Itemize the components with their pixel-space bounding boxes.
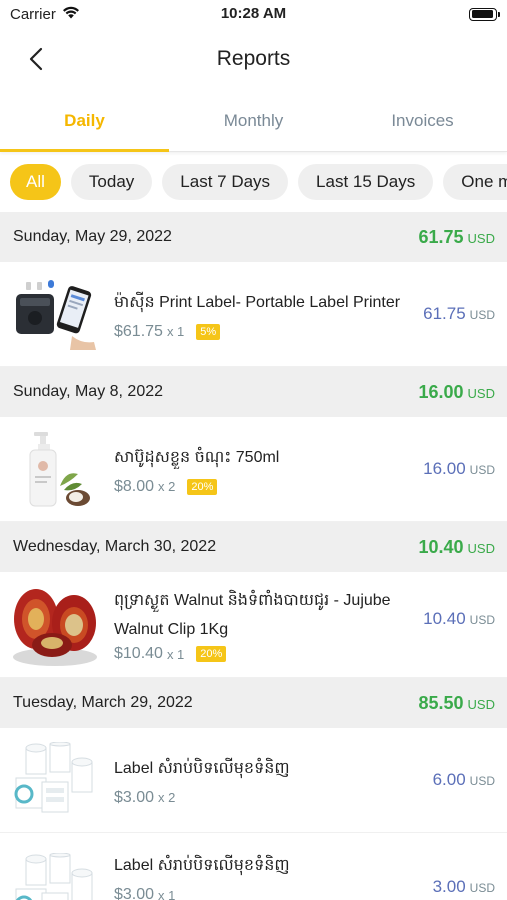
date-group-header: Sunday, May 8, 2022 16.00 USD xyxy=(0,367,507,417)
item-name: សាប៊ូដុសខ្លួន ចំណុះ 750ml xyxy=(114,448,280,466)
item-info: Label សំរាប់បិទលើមុខទំនិញ $3.00 x 1 xyxy=(114,851,423,900)
group-total: 85.50 USD xyxy=(419,693,496,714)
item-amount: 6.00 USD xyxy=(433,770,495,790)
jujube-walnut-image xyxy=(12,585,98,666)
status-left: Carrier xyxy=(10,6,80,23)
item-price: $10.40 xyxy=(114,645,163,662)
item-info: ម៉ាស៊ីន Print Label- Portable Label Prin… xyxy=(114,288,413,341)
item-amount-unit: USD xyxy=(469,774,495,788)
item-quantity: x 1 xyxy=(158,887,176,900)
carrier-label: Carrier xyxy=(10,5,56,23)
filter-chip-last-15-days[interactable]: Last 15 Days xyxy=(298,164,434,200)
report-list: Sunday, May 29, 2022 61.75 USD ម៉ាស៊ីន P… xyxy=(0,212,507,900)
item-amount-value: 10.40 xyxy=(423,609,466,628)
date-group-header: Sunday, May 29, 2022 61.75 USD xyxy=(0,212,507,262)
list-item[interactable]: សាប៊ូដុសខ្លួន ចំណុះ 750ml $8.00 x 2 20% … xyxy=(0,417,507,522)
battery-level xyxy=(471,10,494,18)
item-name: Label សំរាប់បិទលើមុខទំនិញ xyxy=(114,759,290,777)
page-title: Reports xyxy=(216,47,291,70)
group-date: Sunday, May 29, 2022 xyxy=(13,228,172,245)
item-amount-value: 16.00 xyxy=(423,459,466,478)
group-total-amount: 61.75 xyxy=(418,226,464,247)
group-date: Sunday, May 8, 2022 xyxy=(13,383,164,400)
item-name: Label សំរាប់បិទលើមុខទំនិញ xyxy=(114,857,290,874)
item-amount: 10.40 USD xyxy=(423,609,495,629)
item-quantity: x 1 xyxy=(166,324,185,339)
item-meta: $10.40 x 1 20% xyxy=(114,645,413,663)
item-info: Label សំរាប់បិទលើមុខទំនិញ $3.00 x 2 xyxy=(114,754,423,807)
item-price: $3.00 xyxy=(114,788,155,806)
item-amount-value: 6.00 xyxy=(432,770,466,789)
item-meta: $61.75 x 1 5% xyxy=(114,323,413,341)
list-item[interactable]: Label សំរាប់បិទលើមុខទំនិញ $3.00 x 2 6.00… xyxy=(0,728,507,833)
item-amount-unit: USD xyxy=(469,463,495,477)
group-total: 16.00 USD xyxy=(419,382,496,403)
group-total-unit: USD xyxy=(467,385,495,401)
back-button[interactable] xyxy=(22,44,50,74)
item-name: ពុទ្រាស្ងួត Walnut និងទំពាំងបាយជូរ - Juj… xyxy=(114,592,391,638)
item-price: $61.75 xyxy=(114,322,163,340)
status-bar: Carrier 10:28 AM xyxy=(0,0,507,28)
group-total-amount: 16.00 xyxy=(418,381,464,402)
label-printer-image xyxy=(12,274,98,354)
item-amount-value: 61.75 xyxy=(423,304,466,323)
tab-daily[interactable]: Daily xyxy=(0,90,169,152)
filter-chip-all[interactable]: All xyxy=(10,164,61,200)
item-name: ម៉ាស៊ីន Print Label- Portable Label Prin… xyxy=(114,293,401,311)
group-total-unit: USD xyxy=(467,696,495,712)
item-info: សាប៊ូដុសខ្លួន ចំណុះ 750ml $8.00 x 2 20% xyxy=(114,443,413,496)
filter-chip-last-7-days[interactable]: Last 7 Days xyxy=(162,164,289,200)
date-group-header: Wednesday, March 30, 2022 10.40 USD xyxy=(0,522,507,572)
tab-invoices[interactable]: Invoices xyxy=(338,90,507,151)
label-rolls-image xyxy=(12,851,98,900)
item-amount-unit: USD xyxy=(469,613,495,627)
discount-badge: 20% xyxy=(196,646,227,662)
group-date: Wednesday, March 30, 2022 xyxy=(13,538,217,555)
list-item[interactable]: ពុទ្រាស្ងួត Walnut និងទំពាំងបាយជូរ - Juj… xyxy=(0,572,507,678)
group-total: 61.75 USD xyxy=(419,227,496,248)
item-quantity: x 2 xyxy=(158,790,176,805)
chevron-left-icon xyxy=(29,47,43,71)
label-rolls-image xyxy=(12,740,98,820)
wifi-icon xyxy=(62,6,80,23)
filter-chip-one-month[interactable]: One m xyxy=(443,164,507,200)
item-amount-value: 3.00 xyxy=(432,877,466,896)
report-tabs: Daily Monthly Invoices xyxy=(0,90,507,152)
item-quantity: x 2 xyxy=(158,479,176,494)
list-item[interactable]: ម៉ាស៊ីន Print Label- Portable Label Prin… xyxy=(0,262,507,367)
group-total: 10.40 USD xyxy=(419,537,496,558)
group-total-amount: 10.40 xyxy=(418,536,464,557)
battery-icon xyxy=(469,7,500,21)
tab-monthly[interactable]: Monthly xyxy=(169,90,338,151)
item-price: $8.00 xyxy=(114,477,155,495)
item-amount-unit: USD xyxy=(469,881,495,895)
filter-chip-today[interactable]: Today xyxy=(70,164,153,200)
discount-badge: 20% xyxy=(187,478,218,495)
item-amount-unit: USD xyxy=(469,308,495,322)
group-total-unit: USD xyxy=(467,540,495,556)
item-info: ពុទ្រាស្ងួត Walnut និងទំពាំងបាយជូរ - Juj… xyxy=(114,586,413,663)
soap-bottle-image xyxy=(12,429,98,509)
list-item[interactable]: Label សំរាប់បិទលើមុខទំនិញ $3.00 x 1 3.00… xyxy=(0,833,507,900)
item-meta: $3.00 x 1 xyxy=(114,886,423,900)
item-meta: $8.00 x 2 20% xyxy=(114,478,413,496)
item-amount: 61.75 USD xyxy=(423,304,495,324)
item-amount: 16.00 USD xyxy=(423,459,495,479)
group-total-amount: 85.50 xyxy=(418,692,464,713)
group-date: Tuesday, March 29, 2022 xyxy=(13,694,193,711)
item-quantity: x 1 xyxy=(166,646,185,662)
item-price: $3.00 xyxy=(114,886,155,900)
item-meta: $3.00 x 2 xyxy=(114,789,423,807)
date-filter-chips: All Today Last 7 Days Last 15 Days One m xyxy=(0,152,507,212)
date-group-header: Tuesday, March 29, 2022 85.50 USD xyxy=(0,678,507,728)
item-amount: 3.00 USD xyxy=(433,877,495,897)
discount-badge: 5% xyxy=(196,323,221,340)
nav-bar: Reports xyxy=(0,28,507,90)
group-total-unit: USD xyxy=(467,230,495,246)
